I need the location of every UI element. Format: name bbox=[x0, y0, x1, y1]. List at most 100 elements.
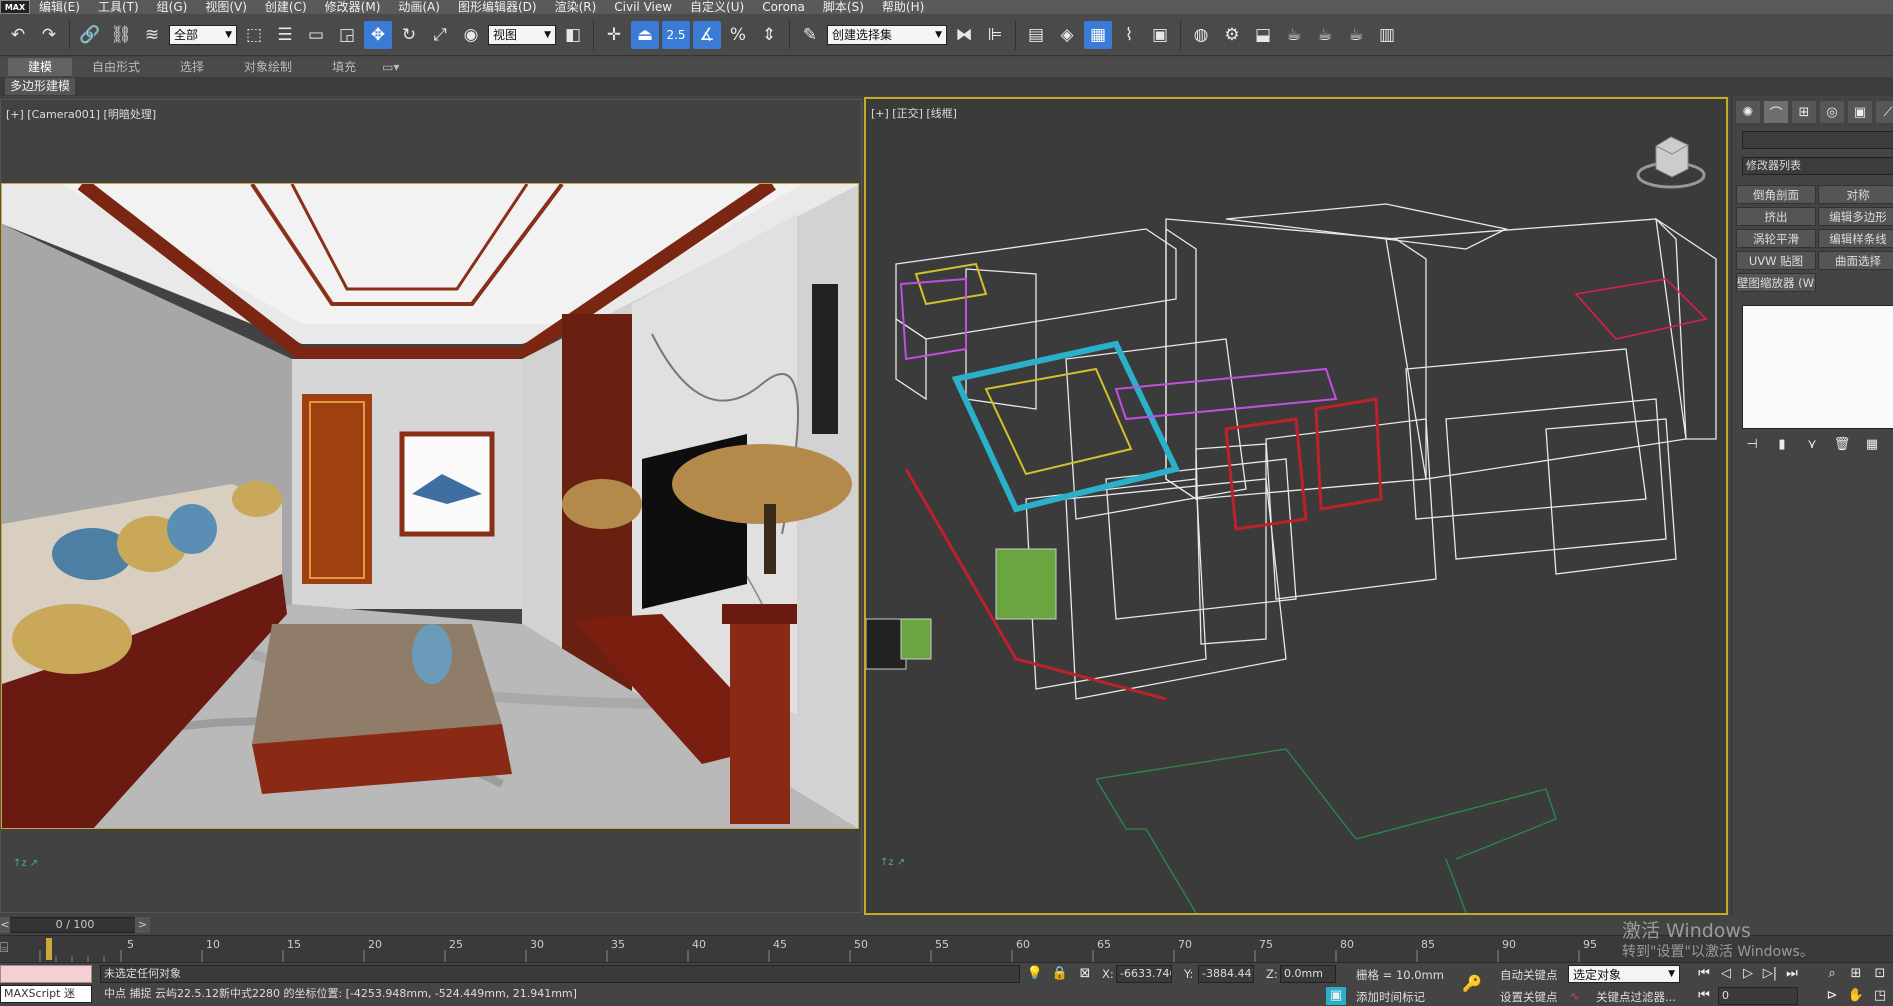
pan-icon[interactable]: ✋ bbox=[1846, 987, 1866, 1005]
tab-selection[interactable]: 选择 bbox=[160, 58, 224, 76]
bevel-profile-button[interactable]: 倒角剖面 bbox=[1736, 185, 1816, 204]
render-window-icon[interactable]: ▥ bbox=[1373, 21, 1401, 49]
keyboard-shortcut-override-icon[interactable]: ⏏ bbox=[631, 20, 659, 49]
layer-explorer-icon[interactable]: ◈ bbox=[1053, 21, 1081, 49]
y-coordinate-field[interactable]: -3884.441 bbox=[1198, 965, 1254, 983]
bind-space-warp-icon[interactable]: ≋ bbox=[138, 21, 166, 49]
show-end-result-icon[interactable]: ▮ bbox=[1772, 437, 1792, 457]
align-icon[interactable]: ⊫ bbox=[981, 21, 1009, 49]
link-icon[interactable]: 🔗 bbox=[76, 21, 104, 49]
move-icon[interactable]: ✥ bbox=[364, 20, 392, 49]
menu-corona[interactable]: Corona bbox=[753, 0, 814, 14]
tab-modeling[interactable]: 建模 bbox=[8, 58, 73, 76]
menu-help[interactable]: 帮助(H) bbox=[873, 0, 933, 14]
schematic-view-icon[interactable]: ▣ bbox=[1146, 21, 1174, 49]
key-filter-selection-dropdown[interactable]: 选定对象 ▼ bbox=[1568, 965, 1680, 983]
material-editor-icon[interactable]: ◍ bbox=[1187, 21, 1215, 49]
undo-icon[interactable]: ↶ bbox=[4, 21, 32, 49]
menu-tools[interactable]: 工具(T) bbox=[89, 0, 148, 14]
menu-edit[interactable]: 编辑(E) bbox=[30, 0, 89, 14]
polygon-modeling-label[interactable]: 多边形建模 bbox=[5, 78, 76, 95]
motion-tab-icon[interactable]: ◎ bbox=[1820, 101, 1844, 123]
object-name-field[interactable] bbox=[1742, 131, 1893, 149]
render-activeshade-icon[interactable]: ☕ bbox=[1342, 21, 1370, 49]
modifier-stack[interactable] bbox=[1742, 305, 1893, 429]
toggle-ribbon-icon[interactable]: ▦ bbox=[1084, 20, 1112, 49]
mini-curve-editor-icon[interactable]: ⌸ bbox=[0, 940, 8, 956]
surface-select-button[interactable]: 曲面选择 bbox=[1818, 251, 1893, 270]
tab-freeform[interactable]: 自由形式 bbox=[72, 58, 160, 76]
menu-graph-editors[interactable]: 图形编辑器(D) bbox=[449, 0, 546, 14]
curve-editor-icon[interactable]: ⌇ bbox=[1115, 21, 1143, 49]
selection-lock-icon[interactable]: 🔒 bbox=[1050, 965, 1070, 983]
display-tab-icon[interactable]: ▣ bbox=[1848, 101, 1872, 123]
app-logo[interactable]: MAX bbox=[0, 0, 30, 14]
zoom-icon[interactable]: ⌕ bbox=[1822, 965, 1842, 983]
modify-tab-icon[interactable]: ⌒ bbox=[1764, 101, 1788, 123]
render-setup-icon[interactable]: ⚙ bbox=[1218, 21, 1246, 49]
select-by-name-icon[interactable]: ☰ bbox=[271, 21, 299, 49]
angle-snap-icon[interactable]: ∡ bbox=[693, 20, 721, 49]
spinner-snap-icon[interactable]: ⇕ bbox=[755, 21, 783, 49]
ribbon-options-icon[interactable]: ▭▾ bbox=[376, 58, 405, 76]
key-mode-icon[interactable]: 🔑 bbox=[1462, 975, 1482, 993]
percent-snap-icon[interactable]: % bbox=[724, 21, 752, 49]
key-filters-button[interactable]: 关键点过滤器... bbox=[1596, 989, 1676, 1005]
go-to-start-icon[interactable]: ⏮ bbox=[1694, 965, 1714, 983]
render-production-icon[interactable]: ☕ bbox=[1280, 21, 1308, 49]
menu-group[interactable]: 组(G) bbox=[148, 0, 197, 14]
x-coordinate-field[interactable]: -6633.746 bbox=[1116, 965, 1172, 983]
mirror-icon[interactable]: ⧓ bbox=[950, 21, 978, 49]
current-frame-field[interactable]: 0 bbox=[1718, 987, 1798, 1005]
redo-icon[interactable]: ↷ bbox=[35, 21, 63, 49]
symmetry-button[interactable]: 对称 bbox=[1818, 185, 1893, 204]
rotate-icon[interactable]: ↻ bbox=[395, 21, 423, 49]
map-scaler-button[interactable]: 壁图缩放器 (WSM bbox=[1736, 273, 1816, 292]
time-tag-icon[interactable]: ▣ bbox=[1326, 987, 1346, 1005]
time-slider[interactable]: 0 / 100 bbox=[0, 917, 150, 933]
uvw-map-button[interactable]: UVW 贴图 bbox=[1736, 251, 1816, 270]
remove-modifier-icon[interactable]: 🗑 bbox=[1832, 437, 1852, 457]
render-iterative-icon[interactable]: ☕ bbox=[1311, 21, 1339, 49]
maximize-viewport-icon[interactable]: ◳ bbox=[1870, 987, 1890, 1005]
select-object-icon[interactable]: ⬚ bbox=[240, 21, 268, 49]
ortho-viewport[interactable]: [+] [正交] [线框] ↑z ↗ bbox=[864, 97, 1728, 915]
previous-frame-icon[interactable]: ◁ bbox=[1716, 965, 1736, 983]
time-slider-next-button[interactable]: > bbox=[135, 917, 150, 933]
unlink-icon[interactable]: ⛓ bbox=[107, 21, 135, 49]
set-key-button[interactable]: 设置关键点 bbox=[1500, 989, 1558, 1005]
field-of-view-icon[interactable]: ⊳ bbox=[1822, 987, 1842, 1005]
tab-object-paint[interactable]: 对象绘制 bbox=[224, 58, 312, 76]
menu-create[interactable]: 创建(C) bbox=[256, 0, 316, 14]
track-bar[interactable]: ⌸ 5 10 15 20 25 30 35 40 45 50 55 60 65 … bbox=[0, 935, 1893, 963]
pivot-center-icon[interactable]: ◧ bbox=[559, 21, 587, 49]
z-coordinate-field[interactable]: 0.0mm bbox=[1280, 965, 1336, 983]
scene-explorer-icon[interactable]: ▤ bbox=[1022, 21, 1050, 49]
add-time-tag-label[interactable]: 添加时间标记 bbox=[1356, 989, 1425, 1005]
snaps-toggle-icon[interactable]: 2.5 bbox=[662, 20, 690, 49]
maxscript-mini-listener[interactable]: MAXScript 迷 bbox=[0, 985, 92, 1003]
play-icon[interactable]: ▷ bbox=[1738, 965, 1758, 983]
edit-named-selection-icon[interactable]: ✎ bbox=[796, 21, 824, 49]
menu-scripting[interactable]: 脚本(S) bbox=[814, 0, 873, 14]
absolute-transform-icon[interactable]: ⊠ bbox=[1075, 965, 1095, 983]
configure-sets-icon[interactable]: ▦ bbox=[1862, 437, 1882, 457]
menu-customize[interactable]: 自定义(U) bbox=[681, 0, 753, 14]
edit-poly-button[interactable]: 编辑多边形 bbox=[1818, 207, 1893, 226]
reference-coordinate-dropdown[interactable]: 视图 ▼ bbox=[488, 24, 556, 45]
hierarchy-tab-icon[interactable]: ⊞ bbox=[1792, 101, 1816, 123]
edit-spline-button[interactable]: 编辑样条线 bbox=[1818, 229, 1893, 248]
go-to-end-icon[interactable]: ⏭ bbox=[1782, 965, 1802, 983]
select-manipulate-icon[interactable]: ✛ bbox=[600, 21, 628, 49]
utilities-tab-icon[interactable]: ⟋ bbox=[1876, 101, 1893, 123]
tab-populate[interactable]: 填充 bbox=[312, 58, 376, 76]
turbosmooth-button[interactable]: 涡轮平滑 bbox=[1736, 229, 1816, 248]
rectangular-selection-icon[interactable]: ▭ bbox=[302, 21, 330, 49]
isolate-selection-icon[interactable]: 💡 bbox=[1025, 965, 1045, 983]
window-crossing-icon[interactable]: ◲ bbox=[333, 21, 361, 49]
place-icon[interactable]: ◉ bbox=[457, 21, 485, 49]
time-slider-prev-button[interactable]: < bbox=[0, 917, 10, 933]
menu-modifiers[interactable]: 修改器(M) bbox=[316, 0, 390, 14]
make-unique-icon[interactable]: ⋎ bbox=[1802, 437, 1822, 457]
create-tab-icon[interactable]: ✺ bbox=[1736, 101, 1760, 123]
